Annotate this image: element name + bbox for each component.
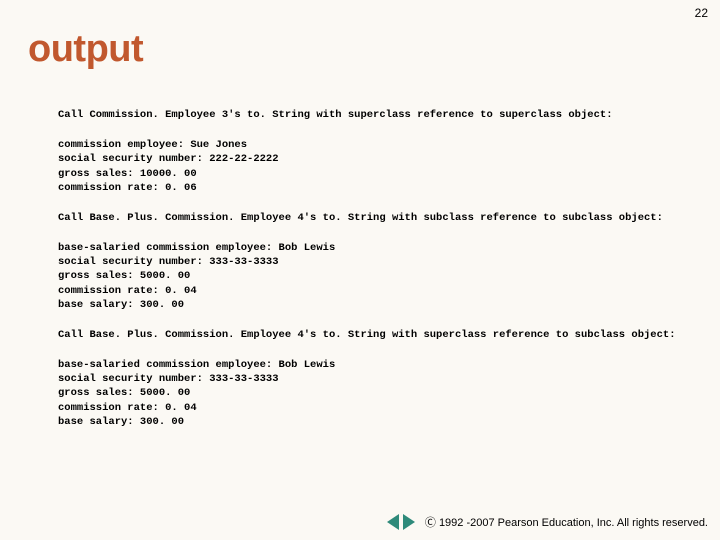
output-block: base-salaried commission employee: Bob L…	[58, 358, 680, 429]
footer: Ⓒ 1992 -2007 Pearson Education, Inc. All…	[387, 514, 708, 530]
output-content: Call Commission. Employee 3's to. String…	[58, 108, 680, 445]
output-block: commission employee: Sue Jones social se…	[58, 138, 680, 195]
output-block: Call Base. Plus. Commission. Employee 4'…	[58, 211, 680, 225]
output-block: base-salaried commission employee: Bob L…	[58, 241, 680, 312]
copyright-label: 1992 -2007 Pearson Education, Inc. All r…	[439, 517, 708, 529]
arrow-left-icon[interactable]	[387, 514, 399, 530]
slide-title: output	[28, 28, 143, 71]
page-number: 22	[695, 6, 708, 20]
copyright-text: Ⓒ 1992 -2007 Pearson Education, Inc. All…	[425, 514, 708, 530]
copyright-icon: Ⓒ	[425, 517, 436, 529]
output-block: Call Base. Plus. Commission. Employee 4'…	[58, 328, 680, 342]
arrow-right-icon[interactable]	[403, 514, 415, 530]
nav-arrows	[387, 514, 415, 530]
output-block: Call Commission. Employee 3's to. String…	[58, 108, 680, 122]
